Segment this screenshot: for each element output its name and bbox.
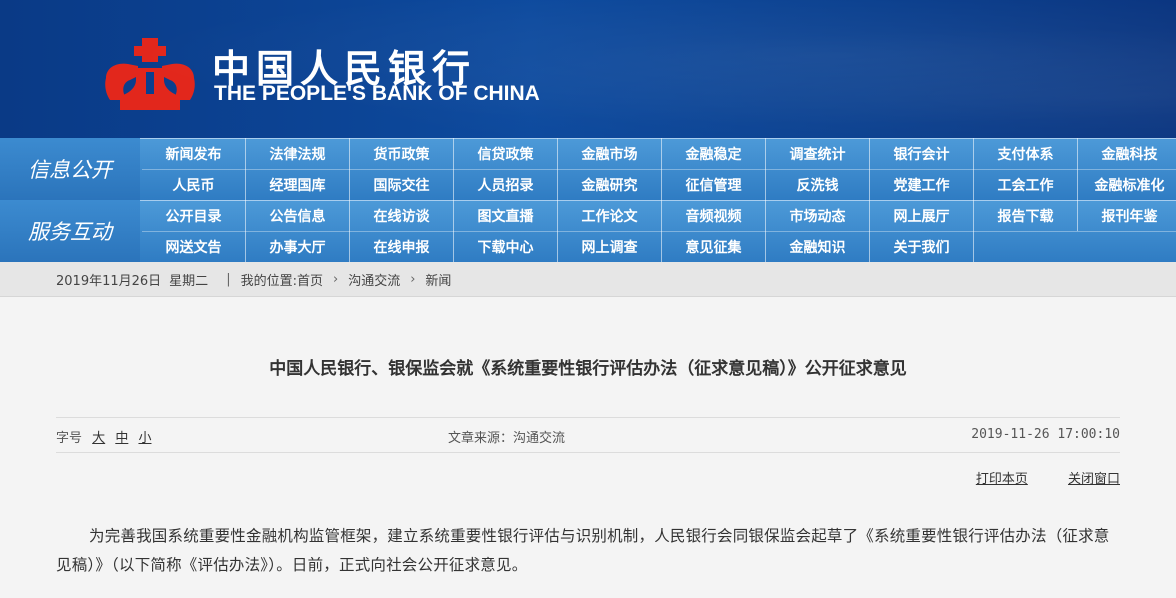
print-page-link[interactable]: 打印本页 [976, 472, 1028, 487]
nav-item[interactable]: 报刊年鉴 [1078, 200, 1176, 231]
nav-item[interactable]: 下载中心 [454, 231, 558, 262]
nav-item[interactable]: 网上调查 [558, 231, 662, 262]
close-window-link[interactable]: 关闭窗口 [1068, 472, 1120, 487]
nav-item[interactable]: 意见征集 [662, 231, 766, 262]
article-body: 为完善我国系统重要性金融机构监管框架，建立系统重要性银行评估与识别机制，人民银行… [56, 527, 1110, 574]
nav-item[interactable]: 工会工作 [974, 169, 1078, 200]
pboc-logo-icon [105, 38, 195, 110]
nav-section-title-info: 信息公开 [0, 138, 140, 200]
nav-item[interactable]: 网上展厅 [870, 200, 974, 231]
nav-item[interactable]: 征信管理 [662, 169, 766, 200]
nav-item[interactable]: 报告下载 [974, 200, 1078, 231]
nav-item[interactable]: 银行会计 [870, 138, 974, 169]
chevron-right-icon: › [332, 271, 339, 287]
nav-item[interactable]: 人民币 [142, 169, 246, 200]
nav-item[interactable]: 反洗钱 [766, 169, 870, 200]
font-size-label: 字号 [56, 431, 83, 446]
breadcrumb: 2019年11月26日 星期二 | 我的位置: 首页 › 沟通交流 › 新闻 [0, 262, 1176, 297]
font-size-large[interactable]: 大 [92, 431, 105, 446]
nav-item[interactable]: 国际交往 [350, 169, 454, 200]
nav-item[interactable]: 支付体系 [974, 138, 1078, 169]
nav-item[interactable]: 人员招录 [454, 169, 558, 200]
nav-item[interactable]: 法律法规 [246, 138, 350, 169]
location-label: 我的位置: [240, 273, 297, 289]
nav-section-title-service: 服务互动 [0, 200, 140, 262]
nav-item[interactable]: 信贷政策 [454, 138, 558, 169]
nav-item[interactable]: 金融稳定 [662, 138, 766, 169]
breadcrumb-news[interactable]: 新闻 [425, 270, 451, 289]
nav-grid-service: 公开目录 公告信息 在线访谈 图文直播 工作论文 音频视频 市场动态 网上展厅 报告下载 报刊年鉴… [142, 200, 1176, 262]
nav-item[interactable]: 在线访谈 [350, 200, 454, 231]
nav-item[interactable]: 金融知识 [766, 231, 870, 262]
nav-item[interactable]: 党建工作 [870, 169, 974, 200]
article-tools: 打印本页 关闭窗口 [940, 468, 1120, 487]
breadcrumb-home[interactable]: 首页 [297, 270, 323, 289]
nav-item[interactable]: 新闻发布 [142, 138, 246, 169]
breadcrumb-communication[interactable]: 沟通交流 [348, 270, 400, 289]
nav-item[interactable]: 市场动态 [766, 200, 870, 231]
logo-english-text: THE PEOPLE'S BANK OF CHINA [214, 82, 540, 105]
article-source: 文章来源：沟通交流 [448, 431, 566, 446]
nav-item[interactable]: 办事大厅 [246, 231, 350, 262]
font-size-medium[interactable]: 中 [115, 431, 128, 446]
font-size-small[interactable]: 小 [138, 431, 151, 446]
nav-item[interactable]: 工作论文 [558, 200, 662, 231]
article-container: 中国人民银行、银保监会就《系统重要性银行评估办法（征求意见稿）》公开征求意见 字… [0, 318, 1176, 598]
nav-item[interactable]: 在线申报 [350, 231, 454, 262]
nav-item[interactable]: 公开目录 [142, 200, 246, 231]
nav-item[interactable]: 关于我们 [870, 231, 974, 262]
article-title: 中国人民银行、银保监会就《系统重要性银行评估办法（征求意见稿）》公开征求意见 [269, 359, 907, 379]
nav-service-interaction: 服务互动 公开目录 公告信息 在线访谈 图文直播 工作论文 音频视频 市场动态 网上展厅 报告下… [0, 200, 1176, 262]
nav-item[interactable]: 调查统计 [766, 138, 870, 169]
nav-item[interactable]: 经理国库 [246, 169, 350, 200]
nav-item[interactable]: 金融标准化 [1078, 169, 1176, 200]
nav-info-disclosure: 信息公开 新闻发布 法律法规 货币政策 信贷政策 金融市场 金融稳定 调查统计 银行会计 支付体… [0, 138, 1176, 200]
logo-chinese-text: 中国人民银行 [212, 46, 477, 91]
nav-item[interactable]: 公告信息 [246, 200, 350, 231]
article-meta: 字号 大 中 小 文章来源：沟通交流 2019-11-26 17:00:10 [56, 417, 1120, 453]
nav-item[interactable]: 网送文告 [142, 231, 246, 262]
site-header: 中国人民银行 THE PEOPLE'S BANK OF CHINA [0, 0, 1176, 138]
nav-item[interactable]: 图文直播 [454, 200, 558, 231]
nav-grid-info: 新闻发布 法律法规 货币政策 信贷政策 金融市场 金融稳定 调查统计 银行会计 支付体系 金融科技… [142, 138, 1176, 200]
nav-item[interactable]: 金融市场 [558, 138, 662, 169]
nav-item[interactable]: 货币政策 [350, 138, 454, 169]
current-date: 2019年11月26日 [56, 273, 162, 289]
breadcrumb-separator: | [226, 271, 231, 287]
nav-item[interactable]: 金融科技 [1078, 138, 1176, 169]
nav-item[interactable]: 音频视频 [662, 200, 766, 231]
font-size-switcher: 字号 大 中 小 [56, 427, 151, 446]
chevron-right-icon: › [410, 271, 416, 287]
nav-item[interactable]: 金融研究 [558, 169, 662, 200]
article-datetime: 2019-11-26 17:00:10 [971, 427, 1120, 442]
current-weekday: 星期二 [169, 273, 209, 289]
